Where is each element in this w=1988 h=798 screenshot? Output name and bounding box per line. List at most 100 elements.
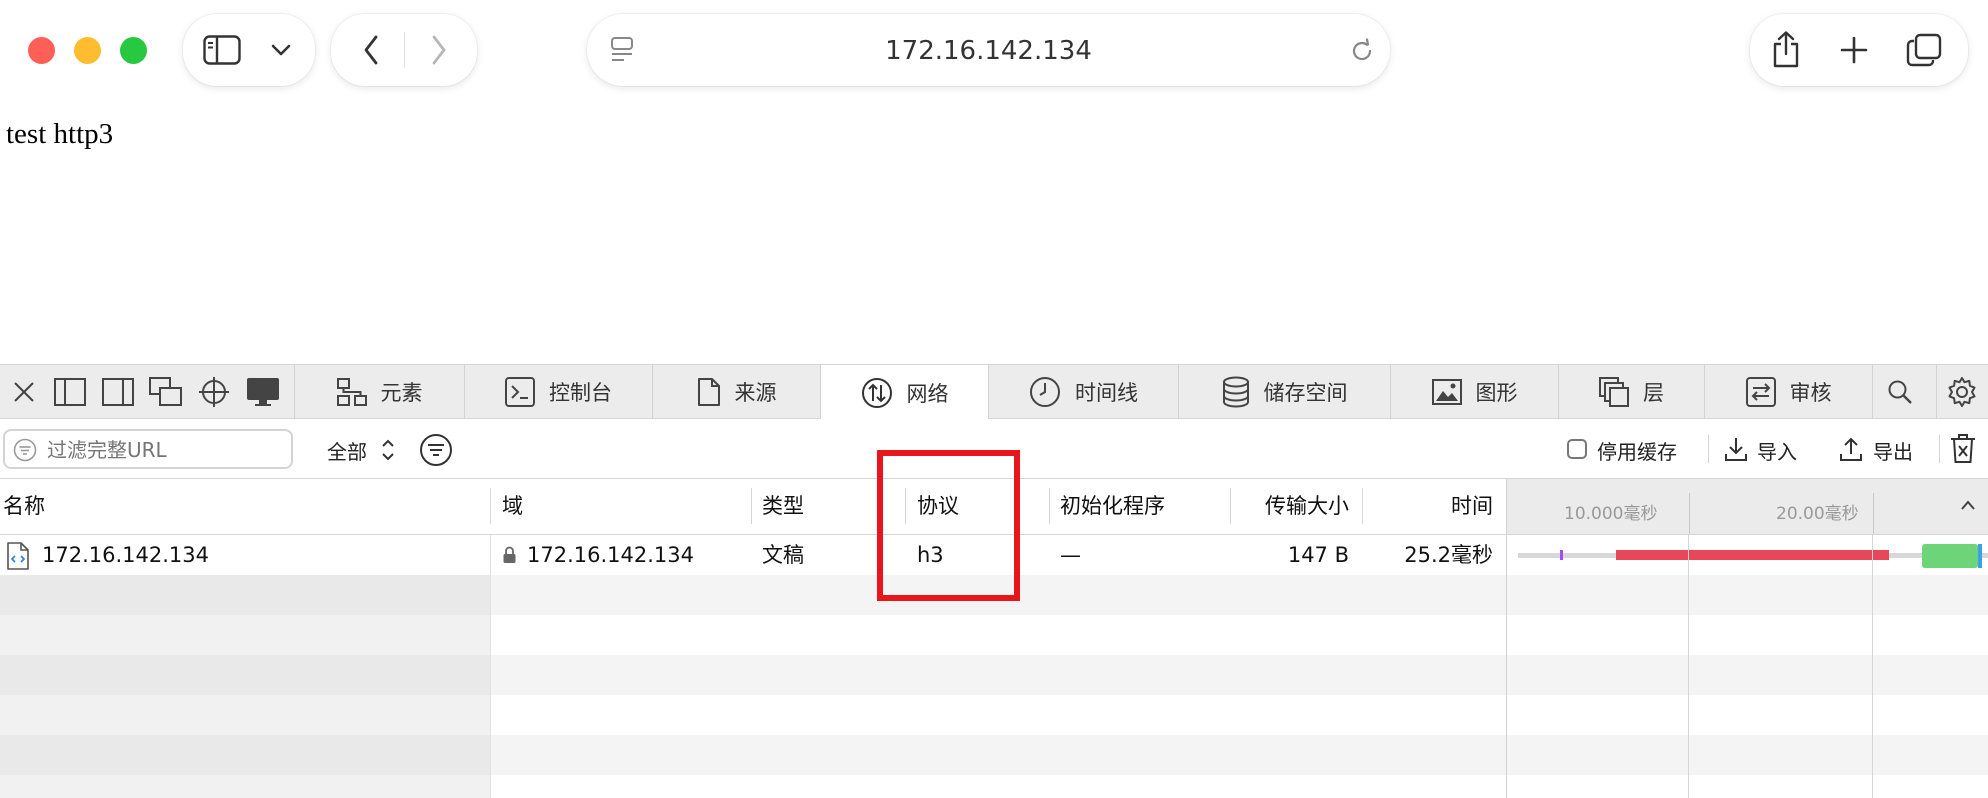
request-transfer-size: 147 B: [1287, 543, 1349, 567]
request-time: 25.2毫秒: [1404, 543, 1493, 567]
clear-log-icon[interactable]: [1950, 434, 1976, 464]
disable-cache-checkbox[interactable]: [1567, 439, 1587, 459]
tab-label: 图形: [1475, 381, 1518, 405]
filter-options-icon[interactable]: [419, 433, 453, 467]
column-divider: [490, 535, 491, 798]
column-name-header[interactable]: 名称: [3, 479, 45, 534]
filter-url-input[interactable]: [45, 435, 289, 465]
detach-window-icon[interactable]: [142, 365, 190, 419]
waterfall-cell: [1506, 535, 1988, 575]
tab-label: 元素: [380, 381, 423, 405]
close-window-button[interactable]: [28, 37, 55, 64]
window-actions-group: [1750, 14, 1968, 86]
request-type: 文稿: [762, 543, 804, 567]
reload-icon[interactable]: [1345, 34, 1379, 68]
column-separator: [1049, 488, 1050, 524]
layers-icon: [1599, 377, 1629, 407]
empty-row-name-cell: [0, 775, 490, 798]
sidebar-icon[interactable]: [197, 32, 247, 68]
column-separator: [490, 488, 491, 524]
column-type-header[interactable]: 类型: [762, 479, 804, 534]
filter-divider: [1939, 435, 1940, 463]
back-icon[interactable]: [353, 32, 389, 68]
empty-row: [0, 775, 1988, 798]
empty-row: [0, 695, 1988, 735]
timeline-icon: [1030, 377, 1060, 407]
audit-icon: [1745, 377, 1776, 407]
tab-storage[interactable]: 储存空间: [1179, 365, 1391, 419]
select-chevrons-icon[interactable]: [381, 438, 395, 462]
share-icon[interactable]: [1764, 28, 1808, 72]
waterfall-tick-label: 10.000毫秒: [1564, 504, 1658, 524]
tab-label: 储存空间: [1263, 381, 1348, 405]
element-picker-icon[interactable]: [190, 365, 238, 419]
waterfall-waiting-segment: [1616, 550, 1889, 560]
filter-url-field[interactable]: [3, 429, 293, 469]
sources-icon: [697, 378, 720, 406]
new-tab-icon[interactable]: [1834, 30, 1874, 70]
filter-icon: [13, 438, 37, 462]
empty-row: [0, 655, 1988, 695]
waterfall-header: 10.000毫秒 20.00毫秒: [1506, 479, 1988, 534]
tab-label: 层: [1643, 381, 1664, 405]
tab-network[interactable]: 网络: [821, 365, 989, 421]
chevron-down-icon[interactable]: [263, 34, 299, 66]
console-icon: [505, 377, 535, 407]
tab-overview-icon[interactable]: [1902, 30, 1946, 70]
column-initiator-header[interactable]: 初始化程序: [1060, 479, 1165, 534]
document-icon: [7, 542, 29, 570]
waterfall-gridline: [1872, 535, 1873, 798]
waterfall-tick-label: 20.00毫秒: [1776, 504, 1859, 524]
import-button[interactable]: 导入: [1757, 436, 1797, 465]
import-icon[interactable]: [1724, 436, 1748, 462]
tab-timeline[interactable]: 时间线: [989, 365, 1179, 419]
column-domain-header[interactable]: 域: [502, 479, 523, 534]
tab-graphics[interactable]: 图形: [1391, 365, 1559, 419]
tab-audit[interactable]: 审核: [1705, 365, 1873, 419]
minimize-window-button[interactable]: [74, 37, 101, 64]
column-transfer-size-header[interactable]: 传输大小: [1230, 479, 1349, 534]
url-text: 172.16.142.134: [885, 36, 1092, 66]
empty-row-name-cell: [0, 575, 490, 615]
address-bar[interactable]: 172.16.142.134: [587, 14, 1390, 86]
tab-layers[interactable]: 层: [1559, 365, 1705, 419]
tab-sources[interactable]: 来源: [653, 365, 821, 419]
export-button[interactable]: 导出: [1873, 436, 1913, 465]
tab-elements[interactable]: 元素: [295, 365, 465, 419]
nav-divider: [404, 32, 405, 68]
tab-console[interactable]: 控制台: [465, 365, 653, 419]
forward-icon[interactable]: [421, 32, 457, 68]
close-inspector-icon[interactable]: [0, 365, 48, 419]
device-settings-icon[interactable]: [238, 365, 288, 419]
inspector-tab-bar: 元素 控制台 来源 网络 时间线 储存空间 图形 层 审核: [0, 364, 1988, 421]
search-icon[interactable]: [1876, 365, 1924, 419]
filter-divider: [1708, 435, 1709, 463]
sidebar-control-group: [183, 14, 315, 86]
column-separator: [751, 488, 752, 524]
maximize-window-button[interactable]: [120, 37, 147, 64]
gear-icon[interactable]: [1937, 365, 1987, 419]
network-icon: [861, 378, 892, 408]
page-body-text: test http3: [6, 118, 114, 150]
empty-row-name-cell: [0, 655, 490, 695]
empty-row-name-cell: [0, 695, 490, 735]
export-icon[interactable]: [1839, 436, 1863, 462]
chevron-up-icon[interactable]: [1960, 499, 1976, 511]
tab-label: 网络: [906, 382, 949, 406]
empty-row-name-cell: [0, 615, 490, 655]
tab-label: 来源: [734, 381, 777, 405]
empty-row-name-cell: [0, 735, 490, 775]
elements-icon: [336, 378, 367, 406]
request-name: 172.16.142.134: [42, 543, 209, 567]
waterfall-gridline: [1688, 535, 1689, 798]
protocol-highlight-box: [877, 450, 1020, 601]
column-time-header[interactable]: 时间: [1362, 479, 1493, 534]
waterfall-divider: [1506, 535, 1507, 798]
waterfall-tick: [1689, 493, 1690, 534]
dock-right-icon[interactable]: [94, 365, 142, 419]
disable-cache-label: 停用缓存: [1597, 440, 1677, 464]
waterfall-tick: [1873, 493, 1874, 534]
tab-label: 时间线: [1075, 381, 1138, 405]
type-filter-select[interactable]: 全部: [327, 436, 367, 465]
dock-left-icon[interactable]: [46, 365, 94, 419]
